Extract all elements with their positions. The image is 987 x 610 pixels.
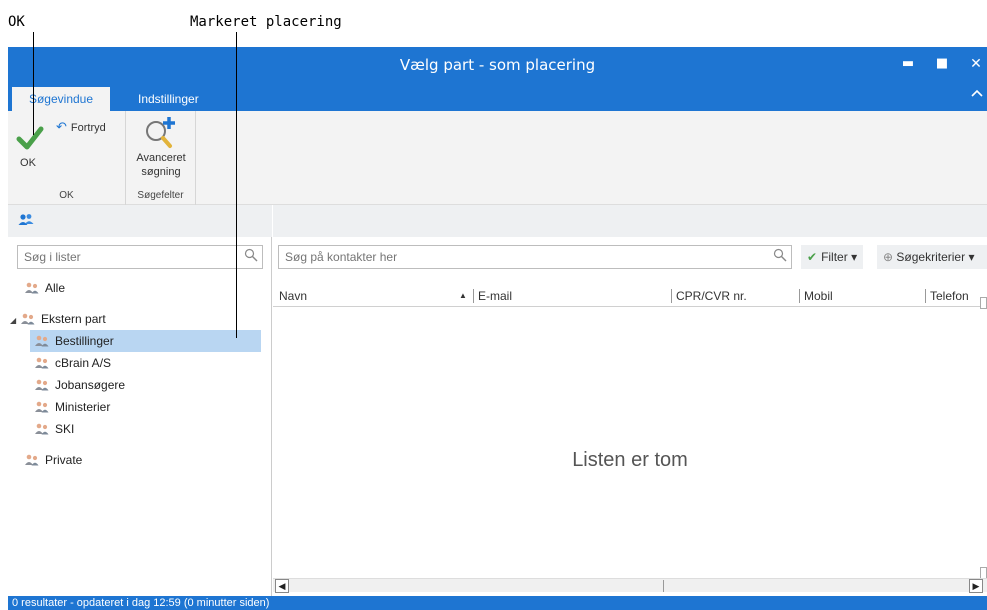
undo-button[interactable]: ↶ Fortryd bbox=[56, 119, 106, 137]
tree-item-label: SKI bbox=[55, 422, 75, 436]
tree-item-label: Alle bbox=[45, 281, 66, 295]
window-title: Vælg part - som placering bbox=[399, 56, 596, 74]
column-header-phone[interactable]: Telefon bbox=[930, 288, 969, 304]
grid-header: Navn ▲ E-mail CPR/CVR nr. Mobil Telefon bbox=[273, 285, 987, 307]
tree-item-label: Ekstern part bbox=[41, 312, 106, 326]
tree-item-private[interactable]: Private bbox=[24, 449, 82, 471]
contacts-pane-header bbox=[273, 205, 987, 237]
empty-list-message: Listen er tom bbox=[572, 449, 688, 471]
filter-button[interactable]: ✔ Filter ▾ bbox=[801, 245, 864, 269]
tree-item-bestillinger[interactable]: Bestillinger bbox=[30, 330, 261, 352]
tree-item-label: Jobansøgere bbox=[55, 378, 126, 392]
callout-marked-location-label: Markeret placering bbox=[190, 14, 342, 30]
list-pane: Alle ◢ Ekstern part Bestillinger cBrain A… bbox=[8, 205, 272, 596]
add-criteria-icon: ⊕ bbox=[883, 250, 894, 264]
group-icon bbox=[20, 310, 36, 325]
search-criteria-label: Søgekriterier bbox=[896, 250, 966, 264]
column-header-name[interactable]: Navn bbox=[279, 288, 307, 304]
tree-item-ekstern-part[interactable]: ◢ Ekstern part bbox=[10, 308, 106, 330]
search-icon[interactable] bbox=[244, 248, 258, 266]
group-icon bbox=[34, 398, 50, 413]
scrollbar-track-divider bbox=[663, 580, 664, 592]
column-separator[interactable] bbox=[671, 289, 672, 303]
search-criteria-button[interactable]: ⊕ Søgekriterier ▾ bbox=[877, 245, 987, 269]
checkmark-icon: ✔ bbox=[807, 250, 818, 264]
group-icon bbox=[34, 354, 50, 369]
ribbon: OK ↶ Fortryd OK Avanceret søgning Søgefel… bbox=[8, 111, 987, 205]
column-header-mobile[interactable]: Mobil bbox=[804, 288, 833, 304]
advanced-search-button[interactable]: Avanceret søgning bbox=[126, 115, 196, 179]
ribbon-group-label-ok: OK bbox=[59, 190, 74, 201]
maximize-button[interactable]: ■ bbox=[930, 53, 954, 75]
horizontal-scrollbar[interactable]: ◀ ▶ bbox=[273, 578, 987, 593]
group-icon bbox=[24, 451, 40, 466]
column-separator[interactable] bbox=[473, 289, 474, 303]
maximize-icon: ■ bbox=[935, 56, 949, 71]
checkmark-icon bbox=[16, 126, 44, 150]
advanced-search-label-1: Avanceret bbox=[136, 152, 186, 164]
minimize-icon: ▬ bbox=[901, 56, 915, 71]
contacts-pane: ✔Filter ▾ ⊕ Søgekriterier ▾ Navn ▲ E-mai… bbox=[273, 205, 987, 596]
undo-icon: ↶ bbox=[56, 119, 67, 134]
column-header-email[interactable]: E-mail bbox=[478, 288, 512, 304]
title-bar: Vælg part - som placering ▬ ■ ✕ bbox=[8, 47, 987, 83]
column-separator[interactable] bbox=[799, 289, 800, 303]
tree-item-ski[interactable]: SKI bbox=[34, 418, 74, 440]
vertical-scrollbar-top[interactable] bbox=[980, 297, 987, 309]
callout-marked-line bbox=[236, 32, 237, 338]
scroll-right-icon[interactable]: ▶ bbox=[969, 579, 983, 593]
contact-search-input[interactable] bbox=[278, 245, 792, 269]
close-button[interactable]: ✕ bbox=[964, 53, 987, 75]
group-icon bbox=[34, 376, 50, 391]
callout-ok-line bbox=[33, 32, 34, 135]
list-search-field[interactable] bbox=[24, 250, 224, 264]
sort-ascending-icon: ▲ bbox=[459, 291, 467, 300]
tree-item-label: Private bbox=[45, 453, 83, 467]
list-search-input[interactable] bbox=[17, 245, 263, 269]
contact-search-field[interactable] bbox=[285, 250, 745, 264]
minimize-button[interactable]: ▬ bbox=[896, 53, 920, 75]
tab-search-window[interactable]: Søgevindue bbox=[12, 87, 110, 111]
tree-item-label: Ministerier bbox=[55, 400, 111, 414]
group-icon bbox=[24, 279, 40, 294]
search-icon[interactable] bbox=[773, 248, 787, 266]
advanced-search-label-2: søgning bbox=[141, 166, 181, 178]
status-bar: 0 resultater - opdateret i dag 12:59 (0 … bbox=[8, 596, 987, 610]
close-icon: ✕ bbox=[970, 56, 982, 72]
column-header-cpr[interactable]: CPR/CVR nr. bbox=[676, 288, 747, 304]
ribbon-tab-bar: Søgevindue Indstillinger bbox=[8, 83, 987, 111]
ok-button-label: OK bbox=[20, 157, 36, 169]
collapse-ribbon-icon[interactable] bbox=[971, 87, 983, 101]
tree-item-cbrain[interactable]: cBrain A/S bbox=[34, 352, 111, 374]
tree-item-label: Bestillinger bbox=[55, 334, 114, 348]
group-icon bbox=[34, 332, 50, 347]
list-pane-header bbox=[8, 205, 272, 237]
column-separator[interactable] bbox=[925, 289, 926, 303]
advanced-search-icon bbox=[146, 117, 175, 148]
chevron-down-icon: ▾ bbox=[968, 250, 975, 264]
chevron-down-icon: ▾ bbox=[851, 250, 858, 264]
dialog-window: Vælg part - som placering ▬ ■ ✕ Søgevind… bbox=[8, 47, 987, 610]
tree-item-label: cBrain A/S bbox=[55, 356, 112, 370]
ribbon-group-search-fields: Avanceret søgning Søgefelter bbox=[126, 111, 196, 205]
undo-button-label: Fortryd bbox=[70, 122, 106, 134]
ok-button[interactable]: OK bbox=[14, 119, 54, 169]
tree-item-alle[interactable]: Alle bbox=[24, 277, 65, 299]
scroll-left-icon[interactable]: ◀ bbox=[275, 579, 289, 593]
filter-button-label: Filter bbox=[821, 250, 848, 264]
contacts-icon[interactable] bbox=[18, 213, 34, 230]
ribbon-group-label-search-fields: Søgefelter bbox=[137, 190, 184, 201]
group-icon bbox=[34, 420, 50, 435]
callout-ok-label: OK bbox=[8, 14, 25, 30]
tree-item-jobansoegere[interactable]: Jobansøgere bbox=[34, 374, 125, 396]
tree-item-ministerier[interactable]: Ministerier bbox=[34, 396, 110, 418]
expander-icon[interactable]: ◢ bbox=[10, 310, 20, 332]
tab-settings[interactable]: Indstillinger bbox=[128, 87, 209, 111]
ribbon-group-ok: OK ↶ Fortryd OK bbox=[8, 111, 126, 205]
